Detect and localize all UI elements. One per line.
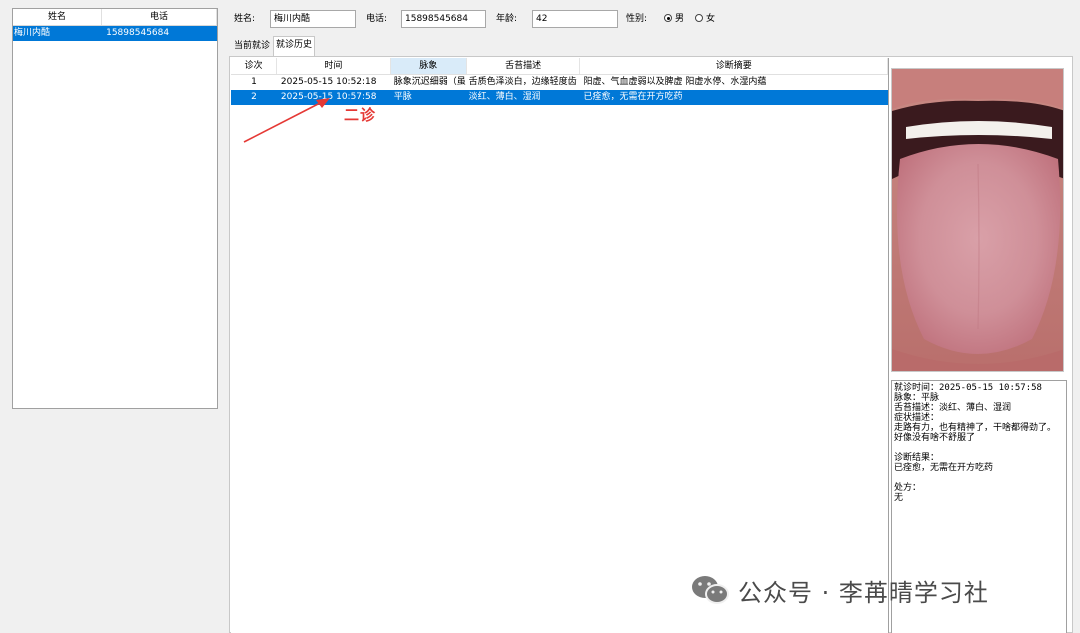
tongue-photo xyxy=(891,68,1064,372)
patient-list-header: 姓名 电话 xyxy=(13,9,217,26)
gender-female-option[interactable]: 女 xyxy=(695,13,715,25)
column-header-phone[interactable]: 电话 xyxy=(102,9,217,25)
name-label: 姓名: xyxy=(234,14,256,24)
wechat-icon xyxy=(692,576,729,604)
tongue-cell: 舌质色泽淡白，边缘轻度齿 xyxy=(468,77,577,87)
watermark-text: 公众号 · 李苒晴学习社 xyxy=(738,578,989,607)
column-header-visit-no[interactable]: 诊次 xyxy=(231,58,277,74)
radio-unchecked-icon[interactable] xyxy=(695,14,703,22)
summary-cell: 阳虚、气血虚弱以及脾虚 阳虚水停、水湿内蕴 xyxy=(583,77,767,87)
tongue-cell: 淡红、薄白、湿润 xyxy=(468,92,541,102)
tab-visit-history[interactable]: 就诊历史 xyxy=(273,36,316,57)
column-header-name[interactable]: 姓名 xyxy=(13,9,103,25)
column-header-tongue[interactable]: 舌苔描述 xyxy=(467,58,581,74)
age-input[interactable]: 42 xyxy=(532,10,618,28)
visit-no-cell: 2 xyxy=(251,92,257,102)
history-panel: 诊次 时间 脉象 舌苔描述 诊断摘要 1 2025-05-15 10:52:18… xyxy=(229,56,1073,633)
column-header-time[interactable]: 时间 xyxy=(277,58,391,74)
tab-current-visit[interactable]: 当前就诊 xyxy=(232,38,272,56)
patient-name-cell: 梅川内酷 xyxy=(14,28,51,38)
gender-label: 性别: xyxy=(626,14,648,24)
column-header-pulse[interactable]: 脉象 xyxy=(390,58,467,74)
name-input[interactable]: 梅川内酷 xyxy=(270,10,356,28)
time-cell: 2025-05-15 10:52:18 xyxy=(280,77,377,87)
history-table[interactable]: 诊次 时间 脉象 舌苔描述 诊断摘要 1 2025-05-15 10:52:18… xyxy=(231,58,889,633)
pulse-cell: 平脉 xyxy=(393,92,412,102)
watermark: 公众号 · 李苒晴学习社 xyxy=(690,570,989,610)
patient-phone-cell: 15898545684 xyxy=(106,28,170,38)
phone-input[interactable]: 15898545684 xyxy=(401,10,486,28)
patient-row[interactable]: 梅川内酷 15898545684 xyxy=(13,26,217,41)
patient-list[interactable]: 姓名 电话 梅川内酷 15898545684 xyxy=(12,8,218,409)
annotation-label: 二诊 xyxy=(344,106,377,124)
tongue-image xyxy=(892,69,1063,371)
gender-male-label: 男 xyxy=(675,14,685,24)
table-row[interactable]: 2 2025-05-15 10:57:58 平脉 淡红、薄白、湿润 已痊愈，无需… xyxy=(231,90,888,105)
column-header-summary[interactable]: 诊断摘要 xyxy=(580,58,889,74)
table-row[interactable]: 1 2025-05-15 10:52:18 脉象沉迟细弱（虽 舌质色泽淡白，边缘… xyxy=(231,75,888,90)
summary-cell: 已痊愈，无需在开方吃药 xyxy=(583,92,683,102)
gender-female-label: 女 xyxy=(706,14,716,24)
pulse-cell: 脉象沉迟细弱（虽 xyxy=(393,77,466,87)
time-cell: 2025-05-15 10:57:58 xyxy=(280,92,377,102)
gender-male-option[interactable]: 男 xyxy=(664,13,684,25)
history-table-header: 诊次 时间 脉象 舌苔描述 诊断摘要 xyxy=(231,58,889,75)
phone-label: 电话: xyxy=(366,14,388,24)
visit-no-cell: 1 xyxy=(251,77,257,87)
age-label: 年龄: xyxy=(496,14,518,24)
radio-checked-icon[interactable] xyxy=(664,14,672,22)
